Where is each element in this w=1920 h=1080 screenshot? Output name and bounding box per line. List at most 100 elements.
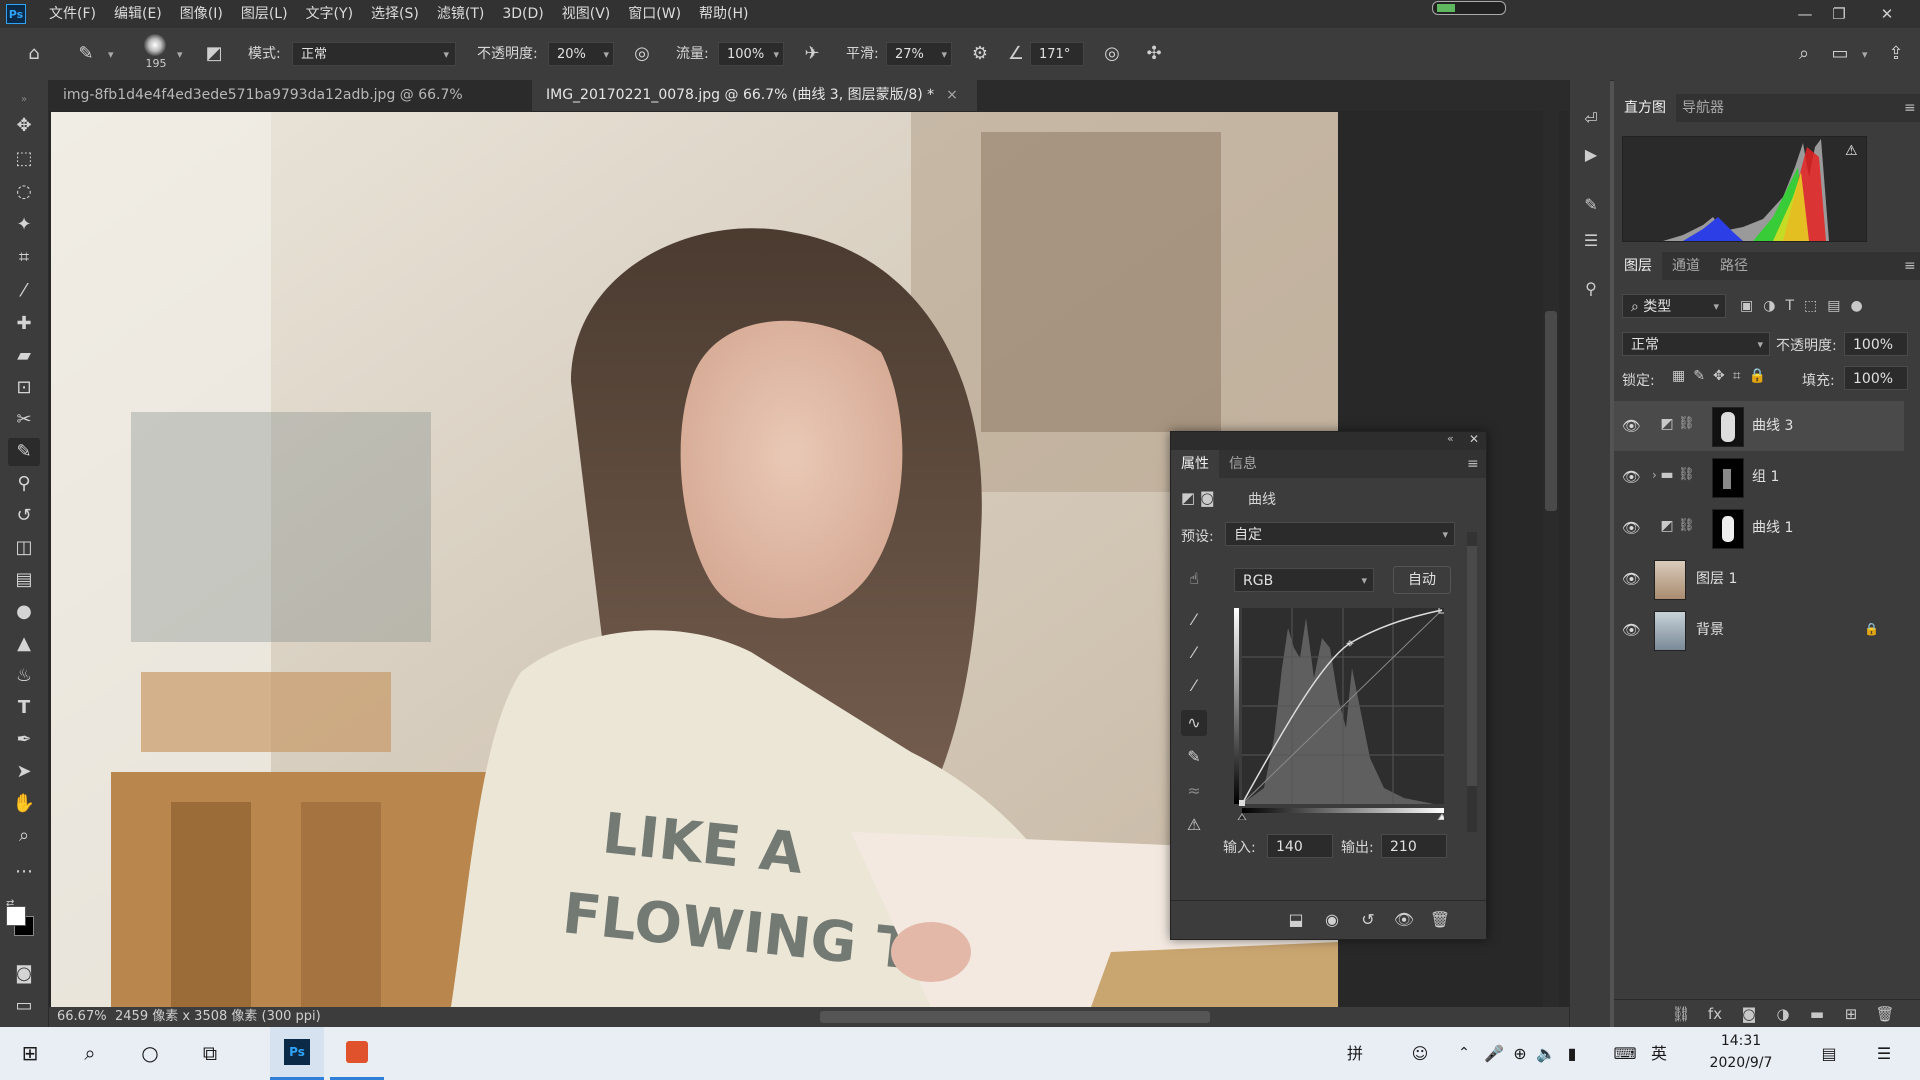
hand-tool-icon[interactable]: ✋	[8, 790, 40, 818]
share-icon[interactable]: ⇪	[1884, 42, 1908, 66]
brush-preview-icon[interactable]	[144, 34, 166, 56]
layer-thumbnail[interactable]	[1654, 560, 1686, 600]
healing-brush-tool-icon[interactable]: ✚	[8, 310, 40, 338]
channel-select[interactable]: RGB ▾	[1234, 568, 1374, 592]
link-icon[interactable]: ⛓	[1678, 467, 1695, 482]
lock-buttons[interactable]: ▦✎✥⌗🔒	[1672, 368, 1774, 384]
keyboard-icon[interactable]: ⌨	[1610, 1027, 1640, 1080]
history-brush-tool-icon[interactable]: ↺	[8, 502, 40, 530]
input-language[interactable]: 英	[1644, 1027, 1674, 1080]
layer-row[interactable]: 👁 ◩ ⛓ 曲线 3	[1614, 401, 1904, 451]
reset-icon[interactable]: ↺	[1355, 907, 1381, 933]
patch-tool-icon[interactable]: ▰	[8, 342, 40, 370]
collapse-toolbar-icon[interactable]: »	[8, 86, 40, 114]
eye-icon[interactable]: 👁	[1622, 570, 1641, 588]
menu-type[interactable]: 文字(Y)	[297, 0, 362, 28]
close-icon[interactable]: ×	[946, 87, 958, 103]
menu-filter[interactable]: 滤镜(T)	[428, 0, 493, 28]
restore-button[interactable]: ❐	[1816, 0, 1862, 28]
lock-artboard-icon[interactable]: ⌗	[1733, 368, 1749, 384]
task-view-icon[interactable]: ⧉	[190, 1027, 230, 1080]
menu-edit[interactable]: 编辑(E)	[105, 0, 171, 28]
menu-3d[interactable]: 3D(D)	[493, 0, 552, 28]
input-field[interactable]: 140	[1267, 834, 1333, 858]
eraser-tool-icon[interactable]: ◫	[8, 534, 40, 562]
lock-all-icon[interactable]: 🔒	[1749, 368, 1774, 384]
curves-adjustment-icon[interactable]: ◩	[1181, 489, 1195, 507]
layer-name[interactable]: 图层 1	[1696, 554, 1737, 604]
tab-layers[interactable]: 图层	[1614, 252, 1662, 280]
pencil-draw-curve-icon[interactable]: ✎	[1181, 744, 1207, 770]
layer-row[interactable]: 👁 › ▬ ⛓ 组 1	[1614, 452, 1904, 502]
chevron-down-icon[interactable]: ▾	[1862, 48, 1868, 61]
pressure-opacity-icon[interactable]: ◎	[630, 42, 654, 66]
cortana-icon[interactable]: ○	[130, 1027, 170, 1080]
gray-point-eyedropper-icon[interactable]: ⁄	[1181, 640, 1207, 666]
brush-settings-panel-icon[interactable]: ◩	[202, 42, 226, 66]
smart-object-filter-icon[interactable]: ▤	[1827, 298, 1850, 314]
lock-position-icon[interactable]: ✥	[1713, 368, 1733, 384]
smooth-field[interactable]: 27% ▾	[886, 42, 952, 66]
eye-icon[interactable]: 👁	[1622, 621, 1641, 639]
home-icon[interactable]: ⌂	[22, 42, 46, 66]
airbrush-icon[interactable]: ✈	[800, 42, 824, 66]
trash-icon[interactable]: 🗑	[1427, 907, 1453, 933]
layer-mask-thumbnail[interactable]	[1712, 458, 1744, 498]
smooth-curve-icon[interactable]: ≈	[1181, 778, 1207, 804]
sharpen-tool-icon[interactable]: ▲	[8, 630, 40, 658]
clone-stamp-tool-icon[interactable]: ⚲	[8, 470, 40, 498]
add-mask-icon[interactable]: ◙	[1732, 1000, 1766, 1028]
opacity-field[interactable]: 20% ▾	[548, 42, 614, 66]
collapse-panel-icon[interactable]: «	[1447, 432, 1454, 445]
brush-settings-icon[interactable]: ✎	[1578, 192, 1604, 218]
output-field[interactable]: 210	[1381, 834, 1447, 858]
menu-file[interactable]: 文件(F)	[40, 0, 105, 28]
zoom-level[interactable]: 66.67%	[57, 1007, 107, 1027]
history-icon[interactable]: ⏎	[1578, 106, 1604, 132]
tab-info[interactable]: 信息	[1219, 450, 1267, 478]
new-layer-icon[interactable]: ⊞	[1834, 1000, 1868, 1028]
move-tool-icon[interactable]: ✥	[8, 112, 40, 140]
close-window-button[interactable]: ✕	[1864, 0, 1910, 28]
screen-mode-icon[interactable]: ▭	[8, 992, 40, 1020]
path-selection-tool-icon[interactable]: ➤	[8, 758, 40, 786]
close-icon[interactable]: ✕	[1469, 432, 1479, 446]
menu-layer[interactable]: 图层(L)	[232, 0, 297, 28]
taskbar-app-2[interactable]	[330, 1027, 384, 1080]
eye-icon[interactable]: 👁	[1622, 519, 1641, 537]
layer-thumbnail[interactable]	[1654, 611, 1686, 651]
action-center-icon[interactable]: ☰	[1864, 1027, 1904, 1080]
lasso-tool-icon[interactable]: ◌	[8, 178, 40, 206]
vertical-scrollbar[interactable]	[1543, 111, 1559, 1010]
delete-layer-icon[interactable]: 🗑	[1868, 1000, 1902, 1028]
show-hidden-icons-icon[interactable]: ⌃	[1452, 1027, 1476, 1080]
menu-select[interactable]: 选择(S)	[362, 0, 428, 28]
eye-icon[interactable]: 👁	[1622, 468, 1641, 486]
layer-opacity-field[interactable]: 100%	[1844, 332, 1908, 356]
network-icon[interactable]: ⊕	[1508, 1027, 1532, 1080]
view-previous-state-icon[interactable]: ◉	[1319, 907, 1345, 933]
ime-mode[interactable]: 拼	[1340, 1027, 1370, 1080]
curve-points-tool-icon[interactable]: ∿	[1181, 710, 1207, 736]
people-icon[interactable]: ☺	[1405, 1027, 1435, 1080]
scroll-thumb[interactable]	[1545, 311, 1557, 511]
layer-row[interactable]: 👁 图层 1	[1614, 554, 1904, 604]
layer-filter-buttons[interactable]: ▣◑T⬚▤●	[1740, 294, 1873, 318]
layer-name[interactable]: 组 1	[1752, 452, 1779, 502]
flow-field[interactable]: 100% ▾	[718, 42, 784, 66]
menu-image[interactable]: 图像(I)	[171, 0, 232, 28]
document-info[interactable]: 2459 像素 x 3508 像素 (300 ppi)	[115, 1007, 321, 1027]
white-point-eyedropper-icon[interactable]: ⁄	[1181, 673, 1207, 699]
clipping-warning-icon[interactable]: ⚠	[1181, 812, 1207, 838]
preset-select[interactable]: 自定 ▾	[1225, 522, 1455, 546]
link-layers-icon[interactable]: ⛓	[1664, 1000, 1698, 1028]
gradient-tool-icon[interactable]: ▤	[8, 566, 40, 594]
workspace-icon[interactable]: ▭	[1828, 42, 1852, 66]
lock-transparency-icon[interactable]: ▦	[1672, 368, 1693, 384]
panel-menu-icon[interactable]: ≡	[1904, 258, 1916, 274]
tab-properties[interactable]: 属性	[1171, 450, 1219, 478]
layer-mask-thumbnail[interactable]	[1712, 407, 1744, 447]
fx-icon[interactable]: fx	[1698, 1000, 1732, 1028]
zoom-tool-icon[interactable]: ⌕	[8, 822, 40, 850]
marquee-tool-icon[interactable]: ⬚	[8, 145, 40, 173]
